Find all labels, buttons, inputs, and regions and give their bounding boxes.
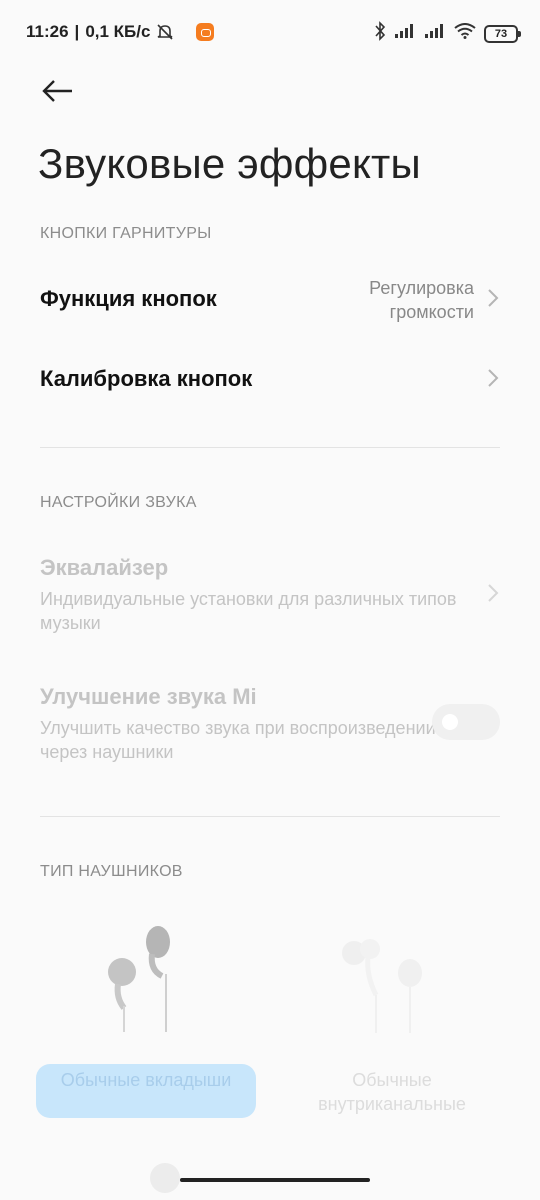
signal-icon: [394, 23, 416, 44]
next-option-icon: [150, 1163, 180, 1193]
gesture-nav-bar[interactable]: [180, 1178, 370, 1182]
network-speed: 0,1 КБ/с: [85, 22, 151, 41]
app-notification-icon: [196, 23, 214, 41]
equalizer-title: Эквалайзер: [40, 555, 169, 580]
back-button[interactable]: [40, 76, 76, 106]
wifi-icon: [454, 23, 476, 44]
equalizer-subtitle: Индивидуальные установки для различных т…: [40, 589, 457, 633]
battery-level: 73: [494, 27, 508, 40]
headphone-type-option-earbuds[interactable]: Обычные вкладыши: [36, 1064, 256, 1118]
back-arrow-icon: [42, 80, 72, 102]
equalizer-row[interactable]: Эквалайзер Индивидуальные установки для …: [40, 555, 500, 635]
mi-sound-subtitle: Улучшить качество звука при воспроизведе…: [40, 718, 436, 762]
button-function-row[interactable]: Функция кнопок Регулировка громкости: [40, 276, 500, 326]
section-divider: [40, 447, 500, 448]
page-title: Звуковые эффекты: [38, 140, 421, 187]
mi-sound-row: Улучшение звука Mi Улучшить качество зву…: [40, 684, 500, 764]
earbuds-image: [108, 926, 170, 1032]
button-function-title: Функция кнопок: [40, 286, 217, 311]
bluetooth-icon: [374, 21, 386, 46]
section-label-sound-settings: НАСТРОЙКИ ЗВУКА: [40, 494, 197, 511]
section-divider: [40, 816, 500, 817]
mi-sound-toggle[interactable]: [432, 704, 500, 740]
button-calibration-title: Калибровка кнопок: [40, 366, 253, 391]
status-separator: |: [74, 22, 80, 41]
signal-icon-2: [424, 23, 446, 44]
chevron-right-icon: [488, 289, 499, 307]
in-ear-image: [342, 939, 422, 1033]
headphone-type-option-label: Обычные вкладыши: [60, 1070, 232, 1090]
button-function-value: Регулировка громкости: [369, 276, 474, 324]
status-right: 73: [374, 21, 521, 46]
headphone-type-option-in-ear[interactable]: Обычные внутриканальные: [282, 1064, 502, 1118]
section-label-headphone-type: ТИП НАУШНИКОВ: [40, 863, 183, 880]
status-bar: 11:26 | 0,1 КБ/с 73: [0, 0, 540, 64]
battery-icon: 73: [484, 24, 521, 43]
status-time: 11:26: [26, 22, 69, 41]
mi-sound-title: Улучшение звука Mi: [40, 684, 257, 709]
button-function-value-line1: Регулировка: [369, 278, 474, 298]
headphone-type-option-label: Обычные внутриканальные: [318, 1070, 466, 1114]
status-left: 11:26 | 0,1 КБ/с: [26, 22, 174, 42]
button-function-value-line2: громкости: [389, 302, 474, 322]
muted-bell-icon: [156, 23, 174, 41]
section-label-headset-buttons: КНОПКИ ГАРНИТУРЫ: [40, 225, 212, 242]
chevron-right-icon: [488, 584, 499, 602]
button-calibration-row[interactable]: Калибровка кнопок: [40, 362, 500, 398]
chevron-right-icon: [488, 369, 499, 387]
